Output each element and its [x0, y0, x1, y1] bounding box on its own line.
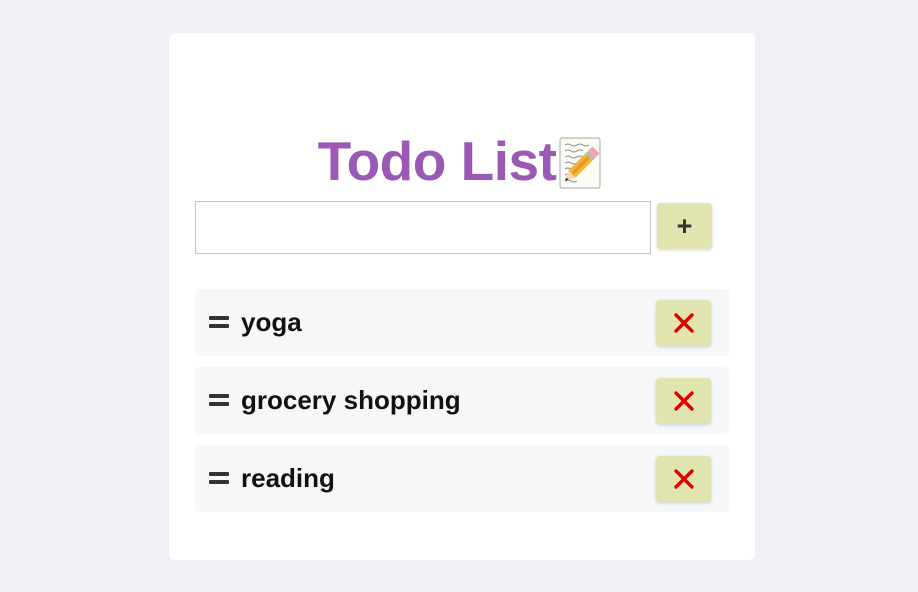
todo-text: yoga	[241, 307, 302, 337]
add-button-label: +	[676, 210, 693, 241]
list-item[interactable]: reading	[195, 445, 729, 512]
page-title: Todo List	[317, 129, 557, 192]
add-todo-form: +	[195, 201, 715, 255]
close-icon	[673, 469, 694, 489]
delete-button[interactable]	[656, 456, 711, 502]
list-item[interactable]: grocery shopping	[195, 367, 729, 434]
list-item[interactable]: yoga	[195, 289, 729, 356]
header: Todo List	[169, 129, 755, 193]
drag-handle-icon[interactable]	[209, 469, 229, 485]
memo-icon	[558, 136, 606, 190]
drag-handle-icon[interactable]	[209, 313, 229, 329]
close-icon	[673, 391, 694, 411]
todo-input[interactable]	[195, 201, 651, 254]
delete-button[interactable]	[656, 378, 711, 424]
drag-handle-icon[interactable]	[209, 391, 229, 407]
todo-card: Todo List + yoga grocery shopping readin…	[169, 33, 755, 560]
add-button[interactable]: +	[657, 203, 712, 249]
delete-button[interactable]	[656, 300, 711, 346]
todo-list: yoga grocery shopping reading	[195, 289, 729, 523]
todo-text: reading	[241, 463, 335, 493]
close-icon	[673, 313, 694, 333]
todo-text: grocery shopping	[241, 385, 461, 415]
